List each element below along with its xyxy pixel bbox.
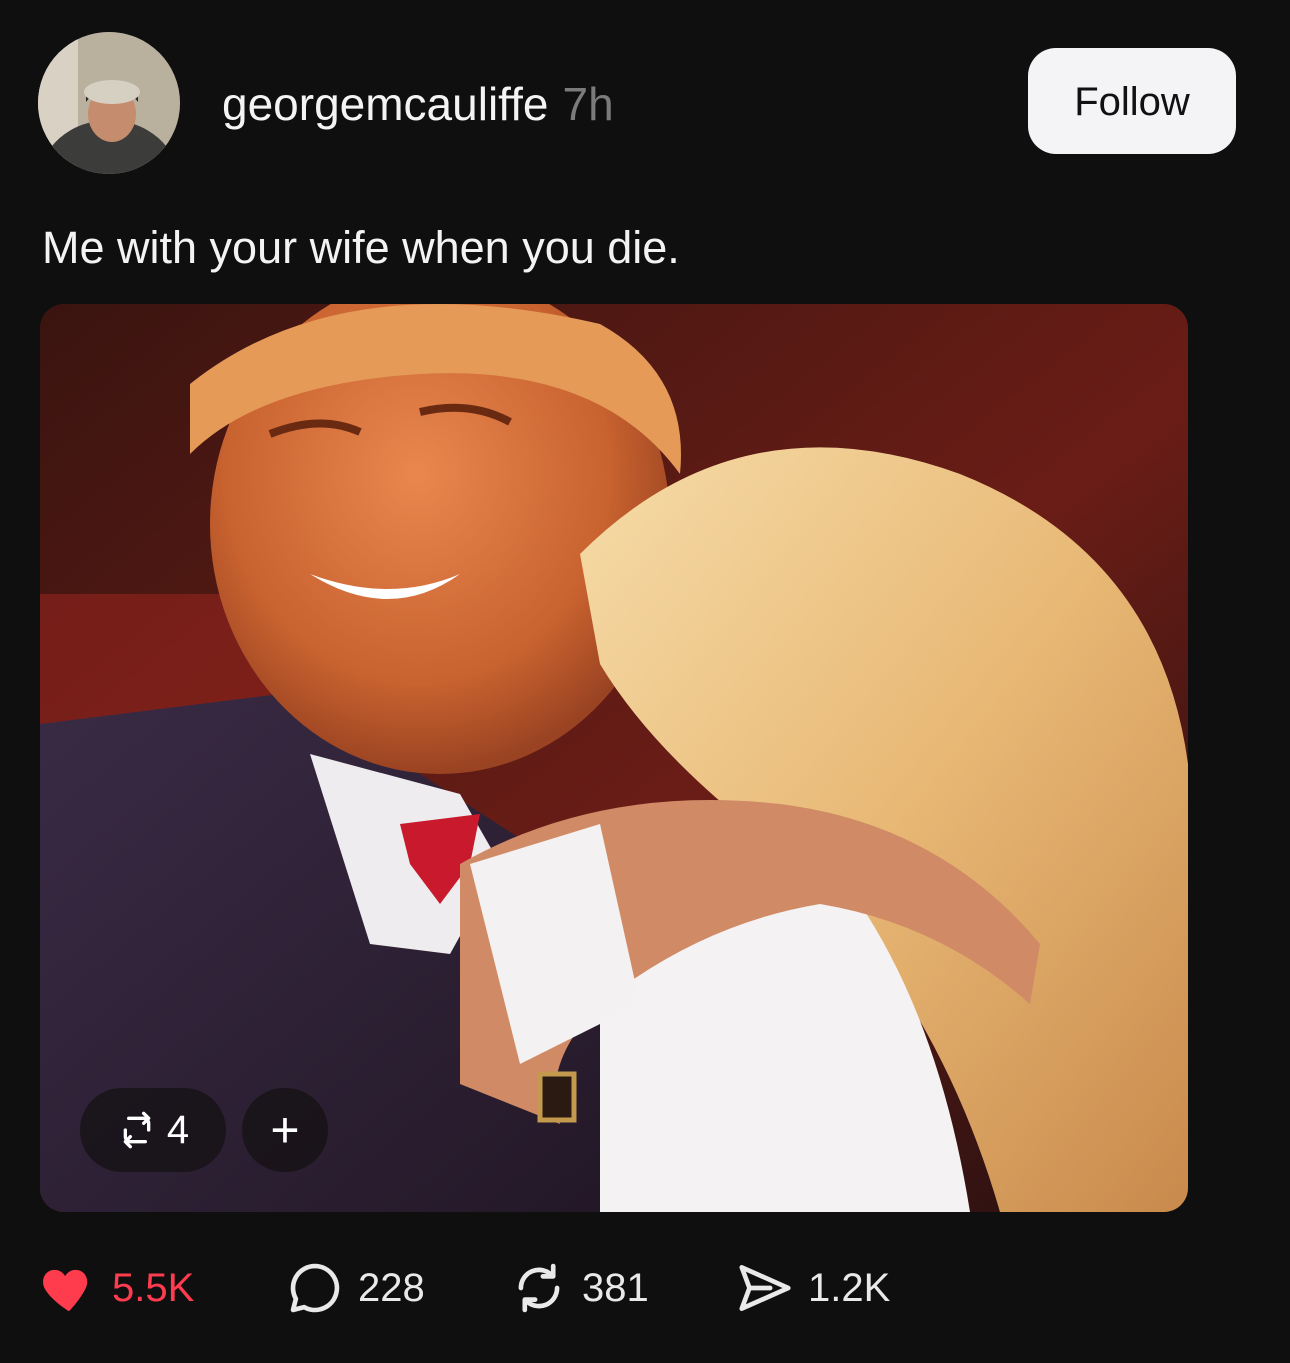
photo-embrace (40, 304, 1188, 1212)
follow-button[interactable]: Follow (1028, 48, 1236, 154)
post-image[interactable] (40, 304, 1188, 1212)
like-button[interactable]: 5.5K (38, 1256, 194, 1320)
media-repost-count: 4 (166, 1107, 190, 1152)
timestamp: 7h (562, 78, 614, 130)
user-line: georgemcauliffe 7h (222, 76, 614, 132)
username[interactable]: georgemcauliffe (222, 78, 548, 130)
repost-count: 381 (582, 1265, 649, 1310)
media-add-button[interactable]: + (242, 1088, 328, 1172)
media-repost-badge[interactable]: 4 (80, 1088, 226, 1172)
post-caption: Me with your wife when you die. (42, 222, 680, 273)
share-count: 1.2K (808, 1265, 891, 1310)
avatar[interactable] (38, 32, 180, 174)
post-header: georgemcauliffe 7h Follow (0, 0, 1290, 200)
post-actions: 5.5K 228 381 1.2K (38, 1256, 1038, 1320)
repost-button[interactable]: 381 (508, 1256, 649, 1320)
send-icon (739, 1265, 791, 1311)
comment-button[interactable]: 228 (284, 1256, 425, 1320)
avatar-photo (38, 32, 180, 174)
comment-count: 228 (358, 1265, 425, 1310)
comment-bubble-icon (290, 1263, 340, 1313)
repost-arrows-icon (518, 1263, 560, 1313)
repost-icon (123, 1111, 151, 1149)
like-count: 5.5K (112, 1265, 195, 1310)
heart-icon (43, 1269, 88, 1312)
share-button[interactable]: 1.2K (734, 1256, 890, 1320)
